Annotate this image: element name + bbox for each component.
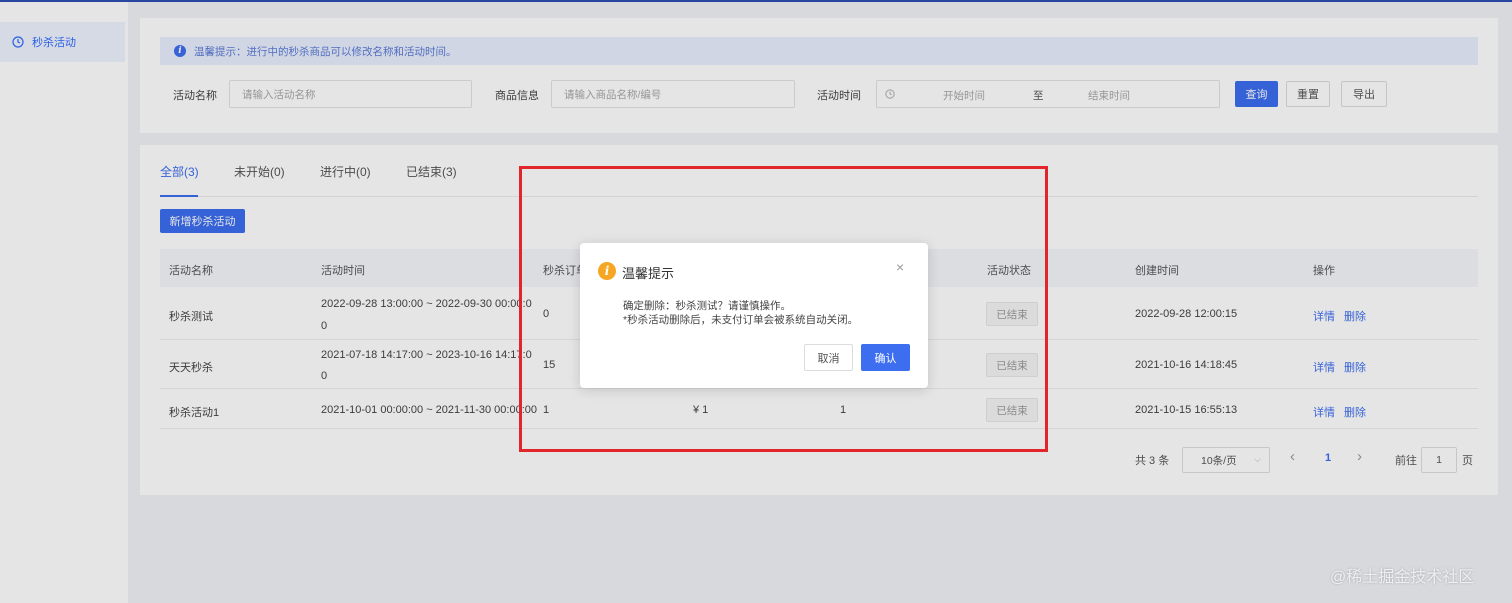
highlight-annotation-box	[519, 166, 1048, 452]
watermark: @稀土掘金技术社区	[1330, 569, 1475, 586]
